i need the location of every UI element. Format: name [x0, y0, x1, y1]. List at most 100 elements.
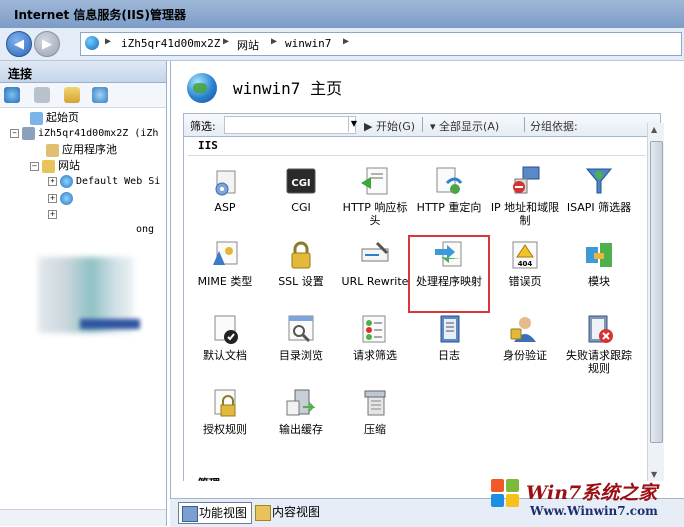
failed-request-tracing-icon [583, 313, 615, 345]
feature-compression[interactable]: 压缩 [338, 387, 412, 457]
feature-request-filtering[interactable]: 请求筛选 [338, 313, 412, 383]
breadcrumb-site[interactable]: winwin7 [285, 37, 331, 50]
globe-icon [85, 36, 99, 50]
feature-label: CGI [291, 201, 311, 214]
feature-ip-domain-restrictions[interactable]: IP 地址和域限制 [488, 165, 562, 235]
show-all-button[interactable]: ▾ 全部显示(A) [430, 118, 499, 134]
feature-modules[interactable]: 模块 [562, 239, 636, 309]
collapse-icon[interactable]: − [30, 161, 39, 171]
section-header-iis: IIS [198, 139, 218, 152]
address-bar[interactable]: ▶ iZh5qr41d00mx2Z ▶ 网站 ▶ winwin7 ▶ [80, 32, 682, 56]
tree-item-start-page[interactable]: 起始页 [30, 110, 79, 126]
feature-authorization-rules[interactable]: 授权规则 [188, 387, 262, 457]
feature-default-document[interactable]: 默认文档 [188, 313, 262, 383]
folder-up-icon[interactable] [64, 87, 80, 103]
connect-icon[interactable] [4, 87, 20, 103]
collapse-icon[interactable]: − [10, 128, 19, 138]
section-divider [188, 155, 646, 156]
http-redirect-icon [433, 165, 465, 197]
feature-authentication[interactable]: 身份验证 [488, 313, 562, 383]
page-title: winwin7 主页 [233, 79, 343, 98]
feature-label: 错误页 [508, 275, 542, 288]
expand-icon[interactable]: + [48, 209, 57, 219]
tree-label: 网站 [58, 159, 80, 172]
feature-directory-browsing[interactable]: 目录浏览 [264, 313, 338, 383]
feature-logging[interactable]: 日志 [412, 313, 486, 383]
title-bar: Internet 信息服务(IIS)管理器 [0, 0, 684, 28]
feature-label: 模块 [588, 275, 610, 288]
tree-item-sites[interactable]: − 网站 [30, 158, 80, 174]
tree-item-site[interactable]: + [48, 206, 60, 222]
feature-label: MIME 类型 [197, 275, 253, 288]
save-icon[interactable] [34, 87, 50, 103]
feature-failed-request-tracing[interactable]: 失败请求跟踪规则 [562, 313, 636, 383]
svg-text:CGI: CGI [291, 178, 310, 189]
back-arrow-icon[interactable]: ◀ [6, 31, 32, 57]
feature-url-rewrite[interactable]: URL Rewrite [338, 239, 412, 309]
breadcrumb-separator: ▶ [105, 36, 112, 47]
tree-item-default-web-site[interactable]: + Default Web Si [48, 174, 160, 190]
chevron-down-icon[interactable]: ▼ [348, 116, 359, 132]
compression-icon [359, 387, 391, 419]
globe-icon [60, 191, 73, 205]
refresh-icon[interactable] [92, 87, 108, 103]
site-globe-icon [187, 73, 217, 103]
toolbar-separator [422, 117, 423, 132]
breadcrumb-separator: ▶ [271, 36, 278, 47]
filter-label: 筛选: [190, 120, 216, 133]
vertical-scrollbar[interactable]: ▲ ▼ [647, 123, 664, 481]
folder-icon [42, 159, 55, 173]
window-title: Internet 信息服务(IIS)管理器 [14, 8, 186, 22]
features-view-tab[interactable]: 功能视图 [178, 502, 253, 524]
content-view-tab[interactable]: 内容视图 [252, 502, 324, 522]
connections-panel: 连接 起始页 − iZh5qr41d00mx2Z (iZh 应用程序池 − 网站 +… [0, 61, 167, 526]
default-document-icon [209, 313, 241, 345]
feature-http-redirect[interactable]: HTTP 重定向 [412, 165, 486, 235]
content-view-icon [255, 505, 271, 521]
tree-item-site[interactable]: + [48, 190, 76, 206]
feature-output-caching[interactable]: 输出缓存 [264, 387, 338, 457]
feature-cgi[interactable]: CGI CGI [264, 165, 338, 235]
features-panel: winwin7 主页 筛选: ▼ ▶ 开始(G) ▾ 全部显示(A) 分组依据:… [170, 61, 684, 526]
scroll-up-icon[interactable]: ▲ [651, 125, 657, 134]
feature-label: 目录浏览 [279, 349, 323, 362]
group-by-dropdown[interactable]: 分组依据: [530, 118, 578, 134]
feature-error-pages[interactable]: 404 错误页 [488, 239, 562, 309]
breadcrumb-sites[interactable]: 网站 [237, 37, 259, 53]
feature-label: SSL 设置 [278, 275, 324, 288]
forward-arrow-icon[interactable]: ▶ [34, 31, 60, 57]
cgi-icon: CGI [285, 165, 317, 197]
feature-label: 处理程序映射 [416, 275, 482, 288]
horizontal-scrollbar[interactable] [0, 509, 166, 526]
breadcrumb-separator: ▶ [223, 36, 230, 47]
feature-label: 授权规则 [203, 423, 247, 436]
start-label: 开始(G) [375, 120, 416, 133]
feature-ssl-settings[interactable]: SSL 设置 [264, 239, 338, 309]
feature-label: URL Rewrite [341, 275, 409, 288]
feature-asp[interactable]: ASP [188, 165, 262, 235]
expand-icon[interactable]: + [48, 193, 57, 203]
output-caching-icon [285, 387, 317, 419]
feature-label: 压缩 [364, 423, 386, 436]
tree-item-site-partial[interactable]: ong [136, 222, 154, 238]
feature-http-response-headers[interactable]: HTTP 响应标头 [338, 165, 412, 235]
http-headers-icon [359, 165, 391, 197]
expand-icon[interactable]: + [48, 176, 57, 186]
tree-item-app-pools[interactable]: 应用程序池 [46, 142, 117, 158]
feature-label: 请求筛选 [353, 349, 397, 362]
feature-handler-mappings[interactable]: 处理程序映射 [408, 235, 490, 313]
log-icon [433, 313, 465, 345]
tree-item-server[interactable]: − iZh5qr41d00mx2Z (iZh [10, 126, 158, 142]
breadcrumb-server[interactable]: iZh5qr41d00mx2Z [121, 37, 220, 50]
tree-label: iZh5qr41d00mx2Z (iZh [38, 128, 159, 139]
filter-input[interactable] [224, 116, 356, 134]
authorization-rules-icon [209, 387, 241, 419]
features-view-label: 功能视图 [199, 506, 248, 520]
start-filter-button[interactable]: ▶ 开始(G) [364, 118, 415, 134]
app-pool-icon [46, 143, 59, 157]
scrollbar-thumb[interactable] [650, 141, 663, 443]
globe-icon [60, 174, 73, 188]
feature-mime-types[interactable]: MIME 类型 [188, 239, 262, 309]
feature-isapi-filters[interactable]: ISAPI 筛选器 [562, 165, 636, 235]
feature-label: 失败请求跟踪规则 [566, 349, 632, 375]
